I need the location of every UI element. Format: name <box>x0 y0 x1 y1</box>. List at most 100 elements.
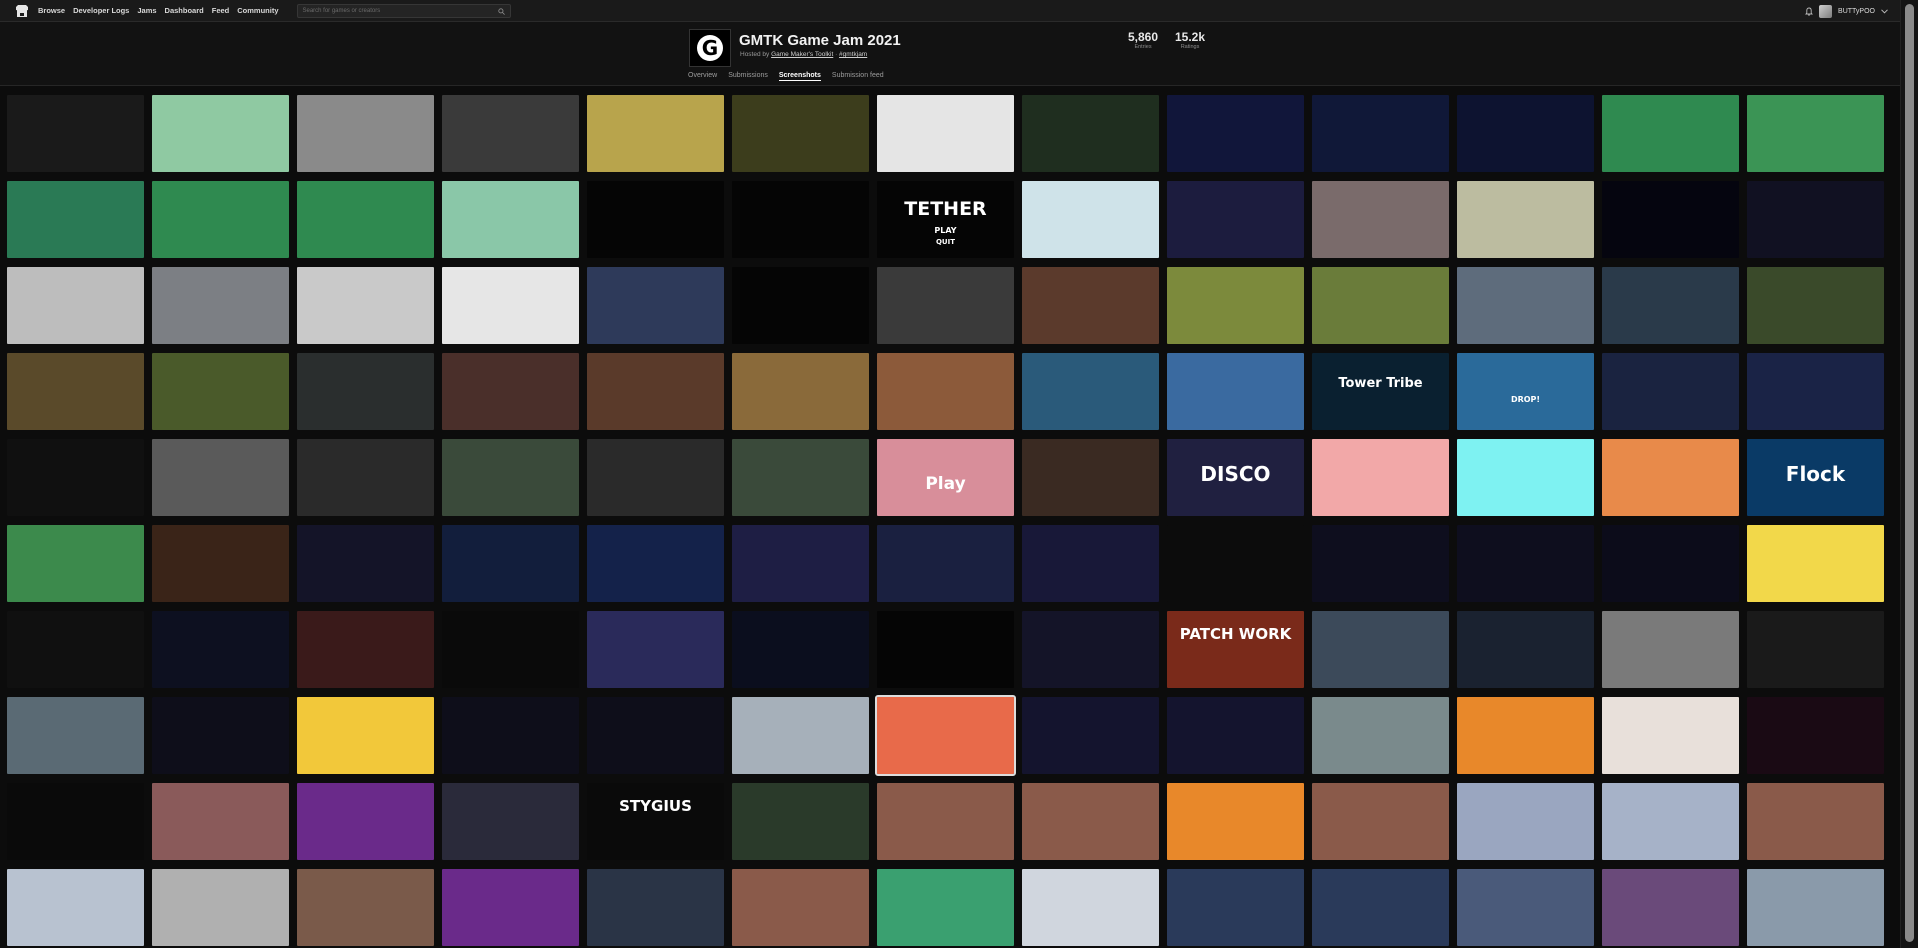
screenshot-thumbnail[interactable]: Flock <box>1747 439 1884 516</box>
itch-logo-icon[interactable] <box>15 4 29 17</box>
screenshot-thumbnail[interactable] <box>297 267 434 344</box>
screenshot-thumbnail[interactable] <box>732 783 869 860</box>
screenshot-thumbnail[interactable] <box>442 267 579 344</box>
screenshot-thumbnail[interactable] <box>587 353 724 430</box>
screenshot-thumbnail[interactable] <box>732 95 869 172</box>
nav-developer-logs[interactable]: Developer Logs <box>73 6 129 15</box>
screenshot-thumbnail[interactable] <box>152 95 289 172</box>
screenshot-thumbnail[interactable] <box>1457 439 1594 516</box>
screenshot-thumbnail[interactable] <box>732 611 869 688</box>
screenshot-thumbnail[interactable] <box>1167 95 1304 172</box>
screenshot-thumbnail[interactable] <box>587 611 724 688</box>
screenshot-thumbnail[interactable] <box>1457 525 1594 602</box>
screenshot-thumbnail[interactable] <box>1747 783 1884 860</box>
screenshot-thumbnail[interactable] <box>152 353 289 430</box>
screenshot-thumbnail[interactable] <box>1747 869 1884 946</box>
screenshot-thumbnail[interactable] <box>877 869 1014 946</box>
nav-jams[interactable]: Jams <box>137 6 156 15</box>
screenshot-thumbnail[interactable] <box>587 869 724 946</box>
screenshot-thumbnail[interactable] <box>1312 525 1449 602</box>
screenshot-thumbnail[interactable] <box>297 783 434 860</box>
host-link[interactable]: Game Maker's Toolkit <box>771 51 833 58</box>
screenshot-thumbnail[interactable] <box>1602 353 1739 430</box>
screenshot-thumbnail[interactable] <box>1747 181 1884 258</box>
screenshot-thumbnail[interactable] <box>877 525 1014 602</box>
scrollbar[interactable] <box>1900 0 1918 948</box>
screenshot-thumbnail[interactable] <box>1602 611 1739 688</box>
screenshot-thumbnail[interactable] <box>1022 869 1159 946</box>
screenshot-thumbnail[interactable] <box>732 181 869 258</box>
screenshot-thumbnail[interactable] <box>1312 267 1449 344</box>
screenshot-thumbnail[interactable] <box>442 95 579 172</box>
screenshot-thumbnail[interactable] <box>7 439 144 516</box>
screenshot-thumbnail[interactable] <box>877 267 1014 344</box>
screenshot-thumbnail[interactable] <box>442 697 579 774</box>
screenshot-thumbnail[interactable] <box>152 869 289 946</box>
screenshot-thumbnail[interactable] <box>1602 869 1739 946</box>
screenshot-thumbnail[interactable] <box>1312 95 1449 172</box>
notification-bell-icon[interactable] <box>1805 7 1813 16</box>
screenshot-thumbnail[interactable] <box>1022 181 1159 258</box>
screenshot-thumbnail[interactable]: TETHER PLAY QUIT <box>877 181 1014 258</box>
screenshot-thumbnail[interactable] <box>297 697 434 774</box>
screenshot-thumbnail[interactable] <box>442 525 579 602</box>
screenshot-thumbnail[interactable] <box>1602 95 1739 172</box>
screenshot-thumbnail[interactable] <box>732 869 869 946</box>
screenshot-thumbnail[interactable] <box>587 697 724 774</box>
screenshot-thumbnail[interactable] <box>297 181 434 258</box>
screenshot-thumbnail[interactable] <box>1457 783 1594 860</box>
screenshot-thumbnail[interactable] <box>1747 611 1884 688</box>
nav-feed[interactable]: Feed <box>212 6 230 15</box>
user-avatar[interactable] <box>1819 4 1833 18</box>
screenshot-thumbnail[interactable] <box>1167 783 1304 860</box>
screenshot-thumbnail[interactable] <box>587 95 724 172</box>
screenshot-thumbnail[interactable] <box>1312 869 1449 946</box>
screenshot-thumbnail[interactable] <box>152 267 289 344</box>
screenshot-thumbnail[interactable] <box>1457 611 1594 688</box>
screenshot-thumbnail[interactable] <box>442 869 579 946</box>
screenshot-thumbnail[interactable] <box>732 697 869 774</box>
tab-submission-feed[interactable]: Submission feed <box>832 72 884 81</box>
screenshot-thumbnail[interactable] <box>587 525 724 602</box>
screenshot-thumbnail[interactable] <box>7 267 144 344</box>
tab-screenshots[interactable]: Screenshots <box>778 72 821 81</box>
screenshot-thumbnail[interactable] <box>1602 439 1739 516</box>
screenshot-thumbnail[interactable] <box>1022 95 1159 172</box>
screenshot-thumbnail[interactable] <box>1312 181 1449 258</box>
screenshot-thumbnail[interactable] <box>297 525 434 602</box>
screenshot-thumbnail[interactable] <box>7 95 144 172</box>
screenshot-thumbnail[interactable] <box>152 611 289 688</box>
nav-community[interactable]: Community <box>237 6 278 15</box>
screenshot-thumbnail[interactable] <box>1747 353 1884 430</box>
screenshot-thumbnail[interactable] <box>877 353 1014 430</box>
screenshot-thumbnail[interactable] <box>1602 525 1739 602</box>
screenshot-thumbnail[interactable]: Play <box>877 439 1014 516</box>
screenshot-thumbnail[interactable] <box>877 95 1014 172</box>
screenshot-thumbnail[interactable] <box>7 525 144 602</box>
screenshot-thumbnail[interactable] <box>1022 439 1159 516</box>
screenshot-thumbnail[interactable] <box>587 439 724 516</box>
screenshot-thumbnail[interactable] <box>732 267 869 344</box>
screenshot-thumbnail[interactable] <box>152 783 289 860</box>
screenshot-thumbnail[interactable] <box>297 439 434 516</box>
screenshot-thumbnail[interactable]: DROP! <box>1457 353 1594 430</box>
screenshot-thumbnail[interactable] <box>1747 697 1884 774</box>
username[interactable]: BUTTyPOO <box>1838 8 1875 15</box>
screenshot-thumbnail[interactable] <box>1022 611 1159 688</box>
screenshot-thumbnail[interactable] <box>1167 181 1304 258</box>
screenshot-thumbnail[interactable] <box>1457 697 1594 774</box>
screenshot-thumbnail[interactable]: Tower Tribe <box>1312 353 1449 430</box>
screenshot-thumbnail[interactable] <box>1457 267 1594 344</box>
screenshot-thumbnail[interactable] <box>1022 267 1159 344</box>
screenshot-thumbnail[interactable] <box>1167 869 1304 946</box>
screenshot-thumbnail[interactable] <box>875 695 1016 776</box>
screenshot-thumbnail[interactable] <box>442 611 579 688</box>
screenshot-thumbnail[interactable] <box>1602 783 1739 860</box>
screenshot-thumbnail[interactable] <box>587 181 724 258</box>
screenshot-thumbnail[interactable] <box>1747 95 1884 172</box>
screenshot-thumbnail[interactable] <box>1747 267 1884 344</box>
screenshot-thumbnail[interactable] <box>442 353 579 430</box>
search-icon[interactable] <box>497 7 505 15</box>
screenshot-thumbnail[interactable] <box>1022 353 1159 430</box>
screenshot-thumbnail[interactable] <box>152 697 289 774</box>
